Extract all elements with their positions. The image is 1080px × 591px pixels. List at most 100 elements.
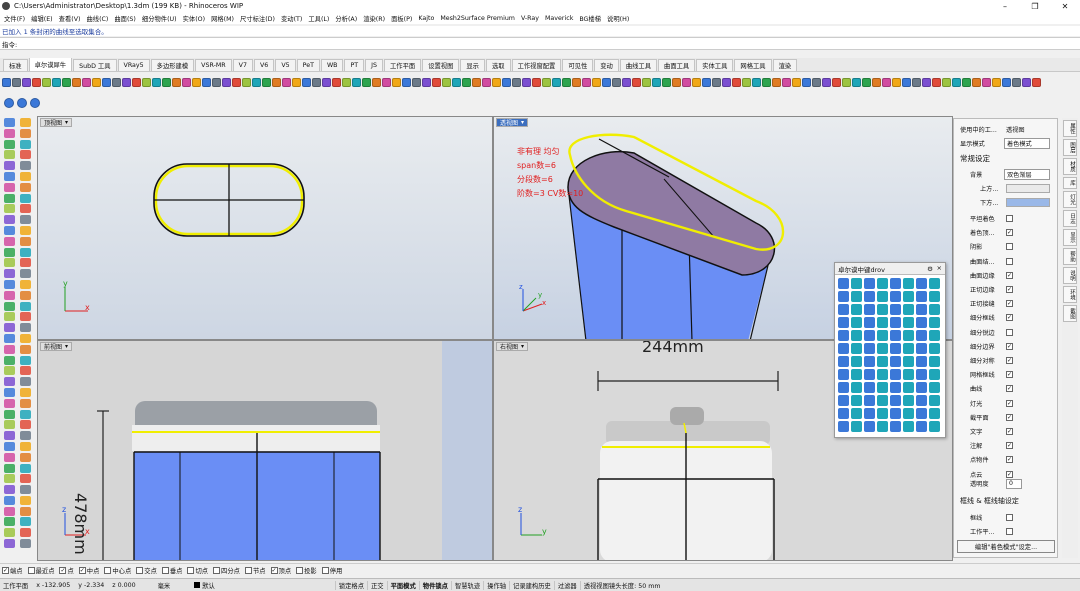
menu-analyze[interactable]: 分析(A)	[335, 14, 357, 23]
close-icon[interactable]: ×	[937, 264, 942, 272]
panel-tab[interactable]: 帮助	[1063, 247, 1077, 265]
tool-icon[interactable]	[851, 317, 862, 328]
tool-icon[interactable]	[942, 77, 951, 87]
status-pane[interactable]: 正交	[366, 580, 387, 590]
tool-icon[interactable]	[1022, 77, 1031, 87]
tab-9[interactable]: PeT	[296, 59, 320, 71]
tool-icon[interactable]	[4, 485, 15, 495]
panel-tab[interactable]: 说明	[1063, 266, 1077, 284]
display-option-checkbox[interactable]: ✓	[1006, 300, 1013, 308]
panel-tab[interactable]: 环境	[1063, 285, 1077, 303]
tool-icon[interactable]	[4, 236, 15, 246]
tool-icon[interactable]	[4, 333, 15, 343]
tool-icon[interactable]	[838, 291, 849, 302]
menu-panels[interactable]: 面板(P)	[391, 14, 412, 23]
tool-icon[interactable]	[20, 528, 31, 538]
tool-icon[interactable]	[732, 77, 741, 87]
tool-icon[interactable]	[916, 343, 927, 354]
tool-icon[interactable]	[1012, 77, 1021, 87]
tool-icon[interactable]	[864, 291, 875, 302]
panel-tab[interactable]: 材质	[1063, 158, 1077, 175]
tab-21[interactable]: 曲面工具	[658, 59, 696, 71]
tool-icon[interactable]	[916, 304, 927, 315]
display-option-checkbox[interactable]: ✓	[1006, 413, 1013, 421]
menu-view[interactable]: 查看(V)	[59, 14, 81, 23]
tool-icon[interactable]	[242, 77, 251, 87]
osnap-option[interactable]: 最近点	[27, 566, 54, 575]
tool-icon[interactable]	[20, 474, 31, 484]
tool-icon[interactable]	[20, 441, 31, 451]
menu-maverick[interactable]: Maverick	[545, 15, 573, 22]
display-option-checkbox[interactable]: ✓	[1006, 456, 1013, 464]
tab-11[interactable]: PT	[344, 59, 365, 71]
tab-13[interactable]: 工作平面	[384, 59, 422, 71]
tool-icon[interactable]	[4, 377, 15, 387]
tool-icon[interactable]	[890, 356, 901, 367]
tool-icon[interactable]	[890, 421, 901, 432]
tool-icon[interactable]	[372, 77, 381, 87]
status-pane[interactable]: 智慧轨迹	[450, 580, 483, 590]
tool-icon[interactable]	[252, 77, 261, 87]
tool-icon[interactable]	[20, 312, 31, 322]
tool-icon[interactable]	[872, 77, 881, 87]
tool-icon[interactable]	[1032, 77, 1041, 87]
tool-icon[interactable]	[903, 369, 914, 380]
tool-icon[interactable]	[662, 77, 671, 87]
tool-icon[interactable]	[20, 495, 31, 505]
minimize-button[interactable]: –	[990, 0, 1020, 12]
status-pane[interactable]: 透视视图镜头长度: 50 mm	[579, 580, 664, 590]
tool-icon[interactable]	[916, 278, 927, 289]
wireframe-option-checkbox[interactable]	[1006, 514, 1013, 521]
tool-icon[interactable]	[916, 395, 927, 406]
tool-icon[interactable]	[572, 77, 581, 87]
tool-icon[interactable]	[532, 77, 541, 87]
tool-icon[interactable]	[916, 421, 927, 432]
tab-8[interactable]: V5	[275, 59, 296, 71]
tool-icon[interactable]	[4, 344, 15, 354]
display-option-checkbox[interactable]: ✓	[1006, 399, 1013, 407]
tool-icon[interactable]	[20, 236, 31, 246]
menu-curve[interactable]: 曲线(C)	[86, 14, 108, 23]
tool-icon[interactable]	[852, 77, 861, 87]
tool-icon[interactable]	[851, 408, 862, 419]
tool-icon[interactable]	[20, 539, 31, 549]
tab-5[interactable]: VSR-MR	[195, 59, 232, 71]
display-option-checkbox[interactable]: ✓	[1006, 357, 1013, 364]
tab-6[interactable]: V7	[232, 59, 253, 71]
tab-20[interactable]: 曲线工具	[619, 59, 658, 71]
tool-icon[interactable]	[822, 77, 831, 87]
menu-kajto[interactable]: Kajto	[418, 15, 434, 22]
status-cplane[interactable]: 工作平面	[3, 581, 28, 590]
panel-tab[interactable]: 库	[1063, 177, 1077, 189]
display-mode-select[interactable]: 着色模式	[1004, 138, 1050, 149]
tool-icon[interactable]	[842, 77, 851, 87]
tool-icon[interactable]	[20, 366, 31, 376]
tool-icon[interactable]	[903, 304, 914, 315]
menu-solid[interactable]: 实体(O)	[183, 14, 205, 23]
osnap-checkbox[interactable]	[136, 566, 144, 574]
tool-icon[interactable]	[692, 77, 701, 87]
tool-icon[interactable]	[972, 77, 981, 87]
panel-tab[interactable]: 图层	[1063, 139, 1077, 156]
tool-icon[interactable]	[4, 215, 15, 225]
tool-icon[interactable]	[4, 539, 15, 549]
tool-icon[interactable]	[916, 382, 927, 393]
tool-icon[interactable]	[864, 278, 875, 289]
tool-icon[interactable]	[182, 77, 191, 87]
osnap-option[interactable]: ✓ 中点	[78, 566, 99, 575]
tool-icon[interactable]	[890, 291, 901, 302]
tool-icon[interactable]	[903, 421, 914, 432]
tool-icon[interactable]	[890, 343, 901, 354]
tool-icon[interactable]	[864, 330, 875, 341]
tool-icon[interactable]	[432, 77, 441, 87]
tool-icon[interactable]	[838, 395, 849, 406]
tool-icon[interactable]	[20, 161, 31, 171]
tool-icon[interactable]	[20, 150, 31, 160]
tool-icon[interactable]	[322, 77, 331, 87]
osnap-option[interactable]: ✓ 点	[59, 566, 74, 575]
panel-tab[interactable]: 灯光	[1063, 190, 1077, 208]
tool-icon[interactable]	[4, 301, 15, 311]
tool-icon[interactable]	[4, 431, 15, 441]
tool-icon[interactable]	[916, 317, 927, 328]
wireframe-option-checkbox[interactable]	[1006, 528, 1013, 535]
